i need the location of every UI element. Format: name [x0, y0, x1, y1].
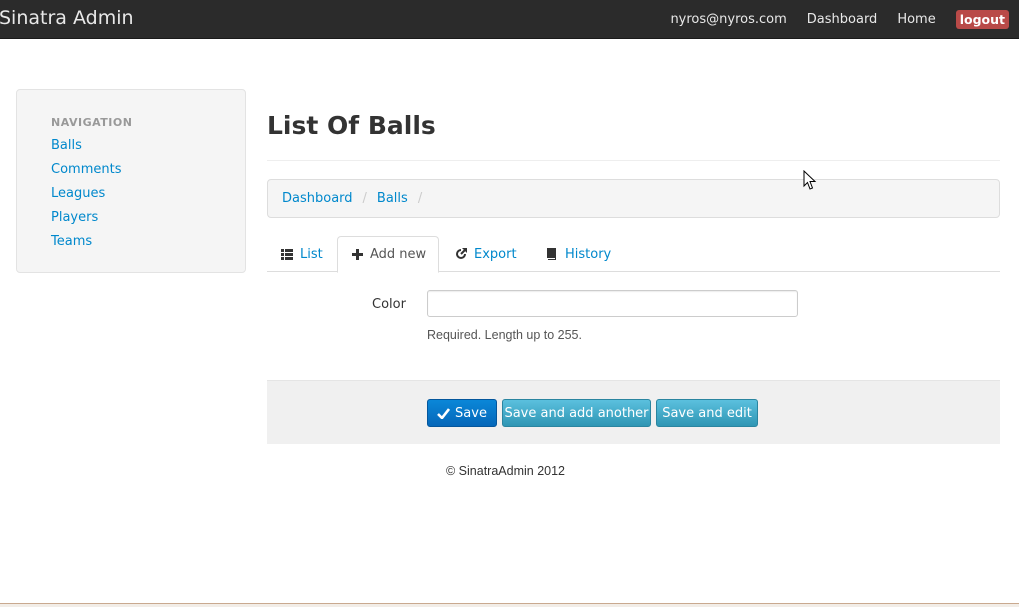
tab-list-label: List	[300, 246, 323, 262]
brand-title[interactable]: Sinatra Admin	[0, 7, 134, 29]
breadcrumb-separator: /	[362, 191, 367, 206]
sidebar-list: Balls Comments Leagues Players Teams	[51, 138, 121, 258]
logout-button[interactable]: logout	[955, 10, 1009, 29]
check-icon	[437, 407, 451, 419]
color-help-text: Required. Length up to 255.	[427, 328, 582, 342]
tab-history[interactable]: History	[545, 236, 611, 272]
save-button-label: Save	[455, 405, 487, 421]
sidebar-header: NAVIGATION	[51, 116, 133, 129]
form-actions: Save Save and add another Save and edit	[267, 380, 1000, 444]
sidebar-item-balls[interactable]: Balls	[51, 138, 121, 162]
sidebar-item-teams[interactable]: Teams	[51, 234, 121, 258]
tab-export-label: Export	[474, 246, 517, 262]
color-label: Color	[372, 297, 406, 312]
tab-add-new-label: Add new	[370, 247, 427, 262]
plus-icon	[350, 248, 364, 262]
save-and-add-another-button[interactable]: Save and add another	[502, 399, 651, 427]
breadcrumb-separator: /	[417, 191, 423, 206]
mouse-cursor-icon	[803, 169, 817, 194]
list-icon	[280, 247, 294, 261]
dashboard-nav-link[interactable]: Dashboard	[807, 12, 878, 27]
page-title: List Of Balls	[267, 111, 436, 140]
color-input[interactable]	[427, 290, 798, 317]
book-icon	[545, 247, 559, 261]
sidebar-item-comments[interactable]: Comments	[51, 162, 121, 186]
breadcrumb-balls[interactable]: Balls	[377, 191, 408, 206]
save-button[interactable]: Save	[427, 399, 497, 427]
home-nav-link[interactable]: Home	[897, 12, 935, 27]
top-navbar: Sinatra Admin nyros@nyros.com Dashboard …	[0, 0, 1019, 39]
user-email-link[interactable]: nyros@nyros.com	[670, 12, 786, 27]
sidebar-item-players[interactable]: Players	[51, 210, 121, 234]
sidebar: NAVIGATION Balls Comments Leagues Player…	[16, 89, 246, 273]
share-icon	[454, 247, 468, 261]
breadcrumb: Dashboard / Balls /	[267, 179, 1000, 218]
breadcrumb-dashboard[interactable]: Dashboard	[282, 191, 353, 206]
tab-add-new[interactable]: Add new	[337, 236, 440, 273]
sidebar-item-leagues[interactable]: Leagues	[51, 186, 121, 210]
tab-list[interactable]: List	[280, 236, 323, 272]
tab-export[interactable]: Export	[454, 236, 517, 272]
tab-history-label: History	[565, 246, 612, 262]
footer-copyright: © SinatraAdmin 2012	[446, 464, 566, 478]
navbar-right: nyros@nyros.com Dashboard Home logout	[670, 0, 1009, 39]
title-divider	[267, 160, 1000, 161]
save-and-edit-button[interactable]: Save and edit	[656, 399, 758, 427]
bottom-border	[0, 603, 1019, 607]
action-tabs: List Add new Export History	[267, 236, 1000, 273]
